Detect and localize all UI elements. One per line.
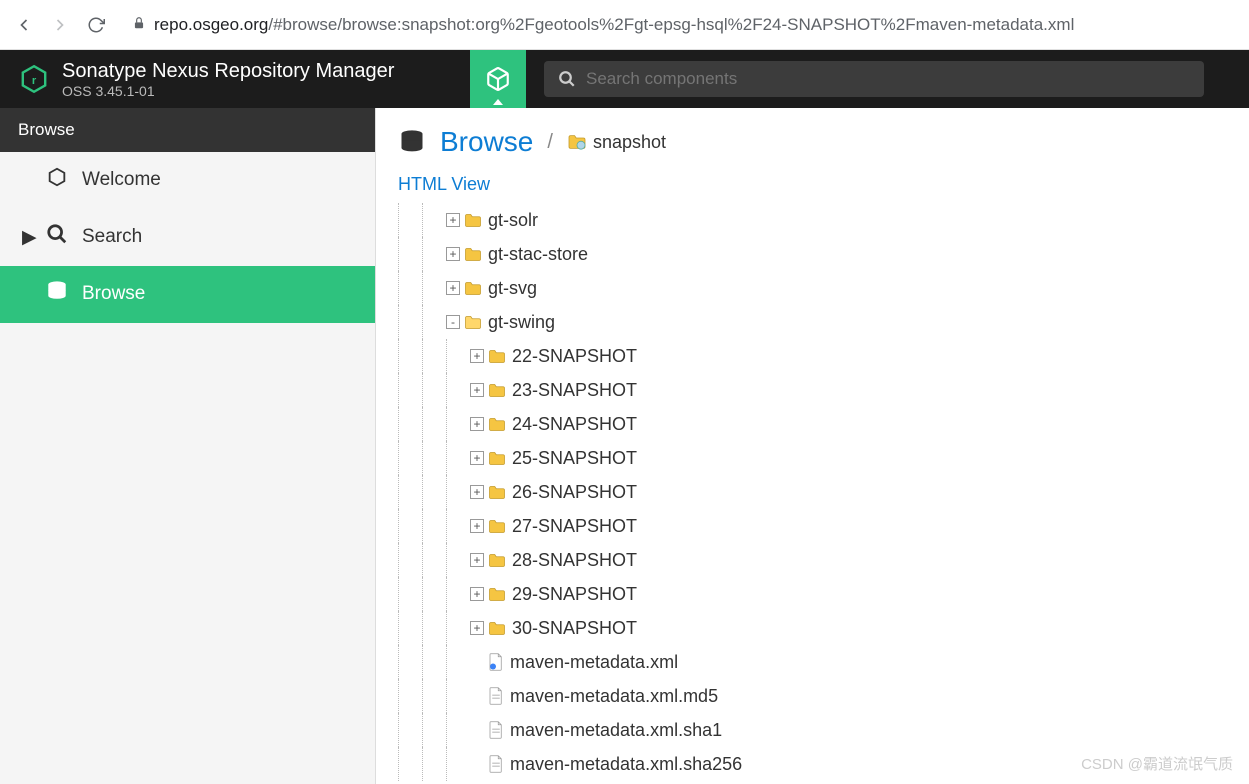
tree-label: gt-stac-store	[488, 245, 588, 263]
tree-node[interactable]: +27-SNAPSHOT	[398, 509, 1227, 543]
app-title: Sonatype Nexus Repository Manager	[62, 60, 394, 83]
html-view-link[interactable]: HTML View	[398, 174, 490, 195]
watermark: CSDN @霸道流氓气质	[1081, 753, 1233, 774]
sidebar-item-label: Browse	[82, 283, 145, 305]
sidebar-item-browse[interactable]: Browse	[0, 266, 375, 323]
search-input[interactable]	[586, 69, 1190, 89]
sidebar: Browse Welcome ▶ Search Browse	[0, 108, 376, 784]
tree-toggle[interactable]: +	[470, 383, 484, 397]
breadcrumb: Browse / snapshot	[398, 126, 1227, 158]
tree-toggle[interactable]: +	[470, 553, 484, 567]
reload-button[interactable]	[84, 13, 108, 37]
tree-toggle[interactable]: +	[470, 587, 484, 601]
tree-label: maven-metadata.xml.sha256	[510, 755, 742, 773]
tree-toggle[interactable]: +	[446, 213, 460, 227]
back-button[interactable]	[12, 13, 36, 37]
tree-toggle[interactable]: +	[470, 417, 484, 431]
browse-mode-button[interactable]	[470, 50, 526, 108]
search-icon	[558, 70, 576, 88]
repo-folder-icon	[567, 134, 587, 150]
tree-label: 27-SNAPSHOT	[512, 517, 637, 535]
app-header: r Sonatype Nexus Repository Manager OSS …	[0, 50, 1249, 108]
tree-toggle[interactable]: +	[470, 621, 484, 635]
tree-node[interactable]: + gt-svg	[398, 271, 1227, 305]
tree-label: 23-SNAPSHOT	[512, 381, 637, 399]
sidebar-item-label: Search	[82, 226, 142, 248]
header-search[interactable]	[544, 61, 1204, 97]
logo-area: r Sonatype Nexus Repository Manager OSS …	[0, 60, 470, 99]
tree-node[interactable]: maven-metadata.xml.md5	[398, 679, 1227, 713]
tree-label: 28-SNAPSHOT	[512, 551, 637, 569]
tree-toggle[interactable]: +	[470, 519, 484, 533]
chevron-right-icon: ▶	[22, 226, 32, 249]
tree-node[interactable]: + gt-stac-store	[398, 237, 1227, 271]
tree-label: gt-swing	[488, 313, 555, 331]
cube-icon	[485, 66, 511, 92]
chevron-up-icon	[493, 99, 503, 105]
tree-node[interactable]: +30-SNAPSHOT	[398, 611, 1227, 645]
tree-node[interactable]: +29-SNAPSHOT	[398, 577, 1227, 611]
tree-node[interactable]: +26-SNAPSHOT	[398, 475, 1227, 509]
tree-label: gt-svg	[488, 279, 537, 297]
lock-icon	[132, 15, 146, 35]
search-icon	[46, 223, 68, 251]
tree-label: 26-SNAPSHOT	[512, 483, 637, 501]
sidebar-header: Browse	[0, 108, 375, 152]
tree-node[interactable]: + gt-solr	[398, 203, 1227, 237]
tree-toggle[interactable]: +	[470, 485, 484, 499]
tree-node[interactable]: +22-SNAPSHOT	[398, 339, 1227, 373]
tree-node[interactable]: maven-metadata.xml	[398, 645, 1227, 679]
tree-node[interactable]: maven-metadata.xml.sha1	[398, 713, 1227, 747]
tree-node[interactable]: +23-SNAPSHOT	[398, 373, 1227, 407]
tree-label: maven-metadata.xml	[510, 653, 678, 671]
tree-label: maven-metadata.xml.sha1	[510, 721, 722, 739]
tree-label: maven-metadata.xml.md5	[510, 687, 718, 705]
tree-label: 24-SNAPSHOT	[512, 415, 637, 433]
address-bar[interactable]: repo.osgeo.org/#browse/browse:snapshot:o…	[120, 15, 1237, 35]
tree-toggle[interactable]: +	[470, 349, 484, 363]
app-version: OSS 3.45.1-01	[62, 83, 394, 99]
tree-toggle[interactable]: +	[446, 247, 460, 261]
tree-node[interactable]: +28-SNAPSHOT	[398, 543, 1227, 577]
tree-toggle[interactable]: -	[446, 315, 460, 329]
tree-label: 25-SNAPSHOT	[512, 449, 637, 467]
url-text: repo.osgeo.org/#browse/browse:snapshot:o…	[154, 15, 1074, 35]
breadcrumb-repo-label: snapshot	[593, 132, 666, 153]
tree-label: gt-solr	[488, 211, 538, 229]
sidebar-item-label: Welcome	[82, 169, 161, 191]
tree-node[interactable]: - gt-swing	[398, 305, 1227, 339]
tree-view: + gt-solr + gt-stac-store + gt-svg - gt-swing +2…	[398, 203, 1227, 781]
nexus-logo-icon: r	[18, 63, 50, 95]
tree-label: 22-SNAPSHOT	[512, 347, 637, 365]
content-area: Browse / snapshot HTML View + gt-solr + gt-…	[376, 108, 1249, 784]
database-icon	[398, 127, 426, 157]
tree-label: 29-SNAPSHOT	[512, 585, 637, 603]
forward-button[interactable]	[48, 13, 72, 37]
breadcrumb-repo[interactable]: snapshot	[567, 132, 666, 153]
tree-toggle[interactable]: +	[446, 281, 460, 295]
breadcrumb-separator: /	[547, 131, 553, 154]
sidebar-item-search[interactable]: ▶ Search	[0, 209, 375, 266]
sidebar-item-welcome[interactable]: Welcome	[0, 152, 375, 209]
tree-label: 30-SNAPSHOT	[512, 619, 637, 637]
tree-toggle[interactable]: +	[470, 451, 484, 465]
breadcrumb-title[interactable]: Browse	[440, 126, 533, 158]
svg-text:r: r	[32, 75, 37, 87]
browser-toolbar: repo.osgeo.org/#browse/browse:snapshot:o…	[0, 0, 1249, 50]
db-icon	[46, 280, 68, 308]
tree-node[interactable]: +25-SNAPSHOT	[398, 441, 1227, 475]
tree-node[interactable]: +24-SNAPSHOT	[398, 407, 1227, 441]
hex-icon	[46, 166, 68, 194]
